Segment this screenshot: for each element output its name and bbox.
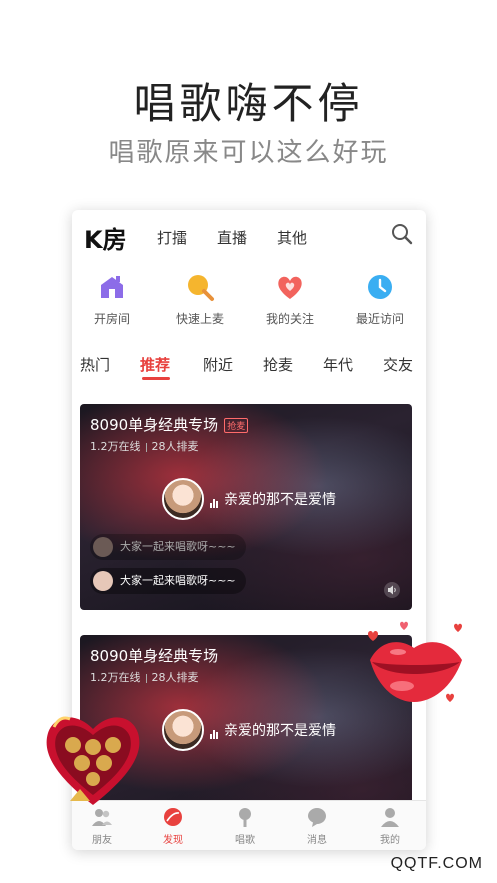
profile-icon	[381, 808, 399, 827]
shortcut-label: 开房间	[93, 312, 130, 326]
shortcut-row: 开房间 快速上麦 我的关注 最近访问	[72, 272, 426, 332]
shortcut-label: 最近访问	[355, 312, 404, 326]
search-icon[interactable]	[390, 222, 414, 246]
chat-text: 大家一起来唱歌呀~~~	[120, 574, 236, 587]
mic-icon	[188, 275, 214, 301]
shortcut-label: 快速上麦	[175, 312, 224, 326]
divider	[145, 442, 147, 452]
room-title: 8090单身经典专场 抢麦	[90, 414, 249, 435]
divider	[145, 673, 147, 683]
category-era[interactable]: 年代	[323, 354, 353, 375]
nav-label: 唱歌	[235, 835, 255, 846]
chat-text: 大家一起来唱歌呀~~~	[120, 540, 236, 553]
shortcut-following[interactable]: 我的关注	[250, 272, 330, 327]
hero-subline: 唱歌原来可以这么好玩	[108, 138, 389, 168]
room-card[interactable]: 8090单身经典专场 抢麦 1.2万在线 28人排麦 亲爱的那不是爱情 大家一起来唱…	[80, 404, 412, 610]
nav-label: 发现	[163, 835, 183, 846]
nav-discover[interactable]: 发现	[143, 806, 203, 846]
watermark: QQTF.COM	[390, 855, 483, 872]
singer-avatar	[162, 478, 204, 520]
heart-icon	[278, 276, 302, 299]
room-online-count: 1.2万在线	[90, 440, 141, 453]
lips-decoration	[368, 621, 462, 702]
shortcut-recent[interactable]: 最近访问	[340, 272, 420, 327]
tab-live[interactable]: 直播	[217, 227, 247, 248]
category-grab-mic[interactable]: 抢麦	[263, 354, 293, 375]
shortcut-open-room[interactable]: 开房间	[72, 272, 152, 327]
tab-challenge[interactable]: 打擂	[157, 227, 187, 248]
active-category-indicator	[142, 377, 170, 380]
shortcut-label: 我的关注	[265, 312, 314, 326]
hero-headline: 唱歌嗨不停	[133, 79, 364, 128]
room-meta: 1.2万在线 28人排麦	[90, 438, 199, 454]
tab-other[interactable]: 其他	[277, 227, 307, 248]
chat-avatar	[93, 537, 113, 557]
nav-label: 我的	[380, 835, 400, 846]
room-badge: 抢麦	[224, 418, 249, 433]
shortcut-quick-mic[interactable]: 快速上麦	[160, 272, 240, 327]
song-title-text: 亲爱的那不是爱情	[224, 723, 336, 739]
nav-messages[interactable]: 消息	[287, 806, 347, 846]
chat-message: 大家一起来唱歌呀~~~	[90, 534, 246, 560]
top-bar: K房 打擂 直播 其他	[72, 210, 426, 260]
message-icon	[308, 808, 326, 827]
room-queue-count: 28人排麦	[151, 440, 199, 453]
song-title-text: 亲爱的那不是爱情	[224, 492, 336, 508]
category-hot[interactable]: 热门	[80, 354, 110, 375]
category-tabs: 热门 推荐 附近 抢麦 年代 交友	[72, 354, 426, 384]
room-title-text: 8090单身经典专场	[90, 647, 219, 665]
singer-avatar	[162, 709, 204, 751]
room-online-count: 1.2万在线	[90, 671, 141, 684]
house-icon	[101, 276, 123, 298]
chat-avatar	[93, 571, 113, 591]
chocolate-box-decoration	[46, 716, 140, 805]
song-title: 亲爱的那不是爱情	[210, 489, 336, 509]
room-title: 8090单身经典专场	[90, 645, 218, 666]
volume-icon[interactable]	[384, 582, 400, 598]
mic-icon	[239, 808, 251, 827]
category-recommend[interactable]: 推荐	[140, 354, 170, 375]
room-queue-count: 28人排麦	[151, 671, 199, 684]
nav-friends[interactable]: 朋友	[72, 806, 132, 846]
sound-bars-icon	[210, 492, 219, 508]
nav-profile[interactable]: 我的	[360, 806, 420, 846]
song-title: 亲爱的那不是爱情	[210, 720, 336, 740]
discover-icon	[164, 808, 182, 826]
sound-bars-icon	[210, 723, 219, 739]
nav-sing[interactable]: 唱歌	[215, 806, 275, 846]
clock-icon	[368, 275, 392, 299]
category-friends[interactable]: 交友	[383, 354, 413, 375]
app-title: K房	[84, 226, 127, 254]
room-meta: 1.2万在线 28人排麦	[90, 669, 199, 685]
nav-label: 消息	[307, 835, 327, 846]
room-title-text: 8090单身经典专场	[90, 416, 219, 434]
category-nearby[interactable]: 附近	[203, 354, 233, 375]
nav-label: 朋友	[92, 835, 112, 846]
chat-message: 大家一起来唱歌呀~~~	[90, 568, 246, 594]
